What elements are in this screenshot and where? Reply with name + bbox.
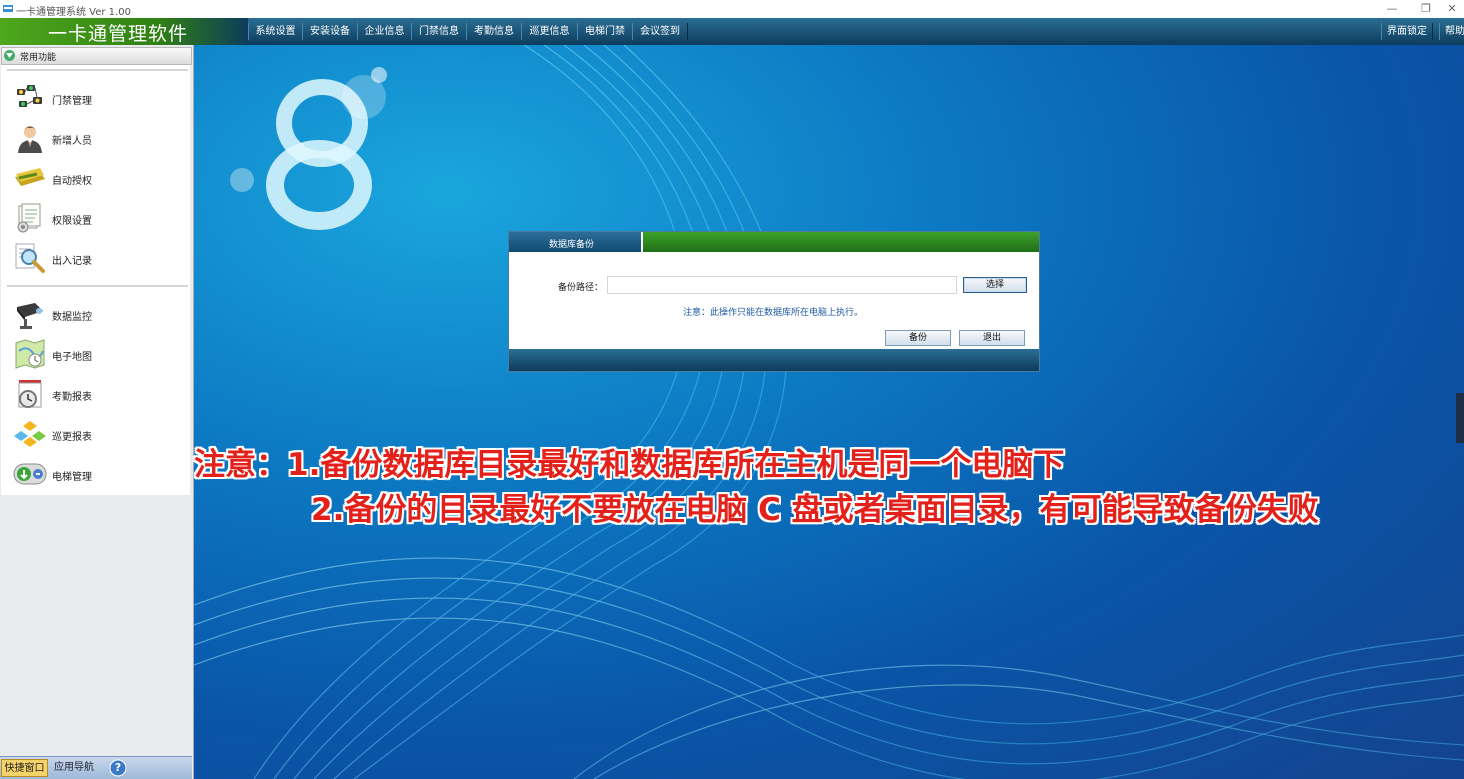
dialog-title: 数据库备份 [549, 240, 595, 250]
door-access-icon [17, 85, 42, 107]
annotation-line-2: 2.备份的目录最好不要放在电脑 C 盘或者桌面目录，有可能导致备份失败 [311, 492, 1319, 528]
backup-path-label: 备份路径： [558, 283, 604, 293]
shortcut-panel: 门禁管理 新增人员 自动授权 权限设置 出入记录 数据监控 电子地图 考勤报表 … [1, 65, 190, 495]
app-logo: 一卡通管理软件 [0, 18, 248, 45]
sidebar-item-door-management[interactable]: 门禁管理 [1, 79, 190, 117]
menu-patrol-info[interactable]: 巡更信息 [521, 23, 578, 40]
sidebar-item-access-records[interactable]: 出入记录 [1, 239, 190, 277]
menu-door-info[interactable]: 门禁信息 [411, 23, 467, 40]
elevator-icon [13, 463, 47, 485]
database-backup-dialog: 数据库备份 备份路径： 选择 注意：此操作只能在数据库所在电脑上执行。 备份 退… [508, 231, 1040, 372]
scroll-handle[interactable] [1456, 393, 1464, 443]
panel-header[interactable]: 常用功能 [1, 47, 192, 65]
sidebar-item-attendance-report[interactable]: 考勤报表 [1, 375, 190, 413]
menu-meeting-checkin[interactable]: 会议签到 [632, 23, 688, 40]
minimize-button[interactable]: — [1380, 1, 1404, 17]
exit-button[interactable]: 退出 [959, 330, 1025, 346]
menu-lock-interface[interactable]: 界面锁定 [1381, 23, 1433, 40]
menu-help[interactable]: 帮助 [1439, 23, 1464, 40]
menu-install-device[interactable]: 安装设备 [302, 23, 358, 40]
menu-company-info[interactable]: 企业信息 [357, 23, 412, 40]
tab-quick-window[interactable]: 快捷窗口 [1, 759, 48, 777]
divider [7, 285, 188, 287]
sidebar-item-label: 考勤报表 [52, 392, 92, 403]
magnifier-icon [15, 243, 45, 273]
dialog-title-tab: 数据库备份 [509, 232, 643, 252]
sidebar-item-label: 自动授权 [52, 176, 92, 187]
patrol-icon [14, 421, 46, 447]
choose-button[interactable]: 选择 [963, 277, 1027, 293]
camera-icon [17, 303, 43, 329]
sidebar: 常用功能 门禁管理 新增人员 自动授权 权限设置 出入记录 数据监控 电子地图 … [0, 45, 194, 779]
document-icon [17, 203, 41, 233]
sidebar-item-auto-authorize[interactable]: 自动授权 [1, 159, 190, 197]
sidebar-item-permission-settings[interactable]: 权限设置 [1, 199, 190, 237]
menu-elevator-access[interactable]: 电梯门禁 [577, 23, 633, 40]
maximize-button[interactable]: ❐ [1414, 1, 1438, 17]
tab-app-navigation[interactable]: 应用导航 [50, 759, 98, 777]
app-logo-text: 一卡通管理软件 [48, 23, 189, 45]
sidebar-item-label: 门禁管理 [52, 96, 92, 107]
person-icon [18, 126, 42, 153]
dialog-footer-bar [509, 349, 1039, 371]
help-label: ? [114, 761, 122, 774]
dialog-header: 数据库备份 [509, 232, 1039, 252]
window-title: 一卡通管理系统 Ver 1.00 [16, 7, 131, 18]
panel-title: 常用功能 [20, 53, 57, 63]
wave-background [194, 45, 1464, 779]
close-button[interactable]: ✕ [1440, 1, 1464, 17]
main-desktop [194, 45, 1464, 779]
app-icon [3, 5, 13, 12]
sidebar-item-label: 数据监控 [52, 312, 92, 323]
window-title-bar: 一卡通管理系统 Ver 1.00 — ❐ ✕ [0, 0, 1464, 19]
annotation-line-1: 注意：1.备份数据库目录最好和数据库所在主机是同一个电脑下 [194, 447, 1065, 483]
sidebar-item-e-map[interactable]: 电子地图 [1, 335, 190, 373]
card-icon [15, 168, 45, 186]
divider [7, 69, 188, 71]
sidebar-item-label: 新增人员 [52, 136, 92, 147]
help-tab[interactable]: ? [108, 759, 128, 777]
clock-icon [18, 380, 42, 408]
logo-eight-icon [230, 67, 387, 230]
sidebar-item-patrol-report[interactable]: 巡更报表 [1, 415, 190, 453]
sidebar-item-elevator-management[interactable]: 电梯管理 [1, 455, 190, 493]
sidebar-item-label: 权限设置 [52, 216, 92, 227]
backup-button[interactable]: 备份 [885, 330, 951, 346]
sidebar-item-add-person[interactable]: 新增人员 [1, 119, 190, 157]
sidebar-bottom-tabs: 快捷窗口 应用导航 ? [0, 756, 192, 779]
sidebar-item-label: 电子地图 [52, 352, 92, 363]
dialog-note: 注意：此操作只能在数据库所在电脑上执行。 [683, 308, 864, 318]
menu-attendance-info[interactable]: 考勤信息 [466, 23, 522, 40]
sidebar-item-label: 电梯管理 [52, 472, 92, 483]
main-menu-bar: 一卡通管理软件 系统设置 安装设备 企业信息 门禁信息 考勤信息 巡更信息 电梯… [0, 18, 1464, 45]
collapse-icon[interactable] [4, 50, 15, 61]
backup-path-input[interactable] [607, 276, 957, 294]
sidebar-item-label: 巡更报表 [52, 432, 92, 443]
map-icon [15, 339, 45, 369]
sidebar-item-label: 出入记录 [52, 256, 92, 267]
menu-system-settings[interactable]: 系统设置 [248, 23, 303, 40]
sidebar-item-data-monitor[interactable]: 数据监控 [1, 295, 190, 333]
